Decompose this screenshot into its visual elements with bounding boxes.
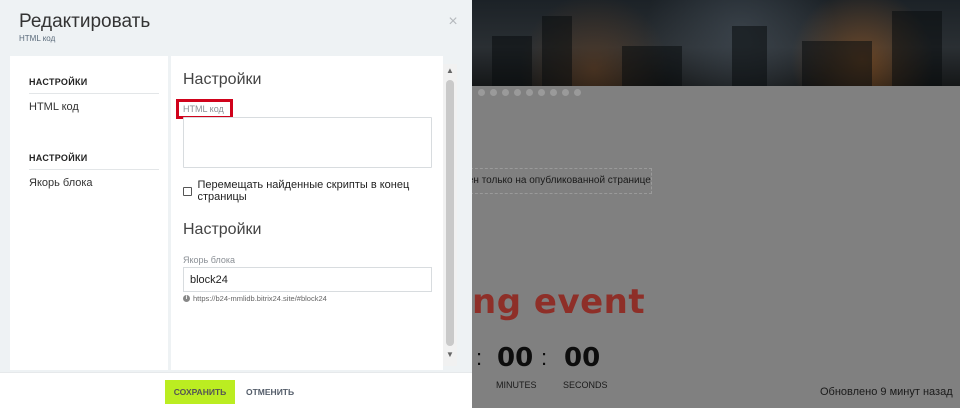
chevron-down-icon[interactable]: ▼ xyxy=(443,348,457,362)
anchor-input[interactable] xyxy=(183,267,432,292)
slider-dot[interactable] xyxy=(574,89,581,96)
move-scripts-label: Перемещать найденные скрипты в конец стр… xyxy=(197,179,410,203)
html-block-notice: ден только на опубликованной странице. xyxy=(455,168,652,194)
checkbox-box[interactable] xyxy=(183,186,192,196)
panel-title: Редактировать xyxy=(19,11,151,32)
sidebar-heading: НАСТРОЙКИ xyxy=(29,77,88,87)
scrollbar[interactable]: ▲ ▼ xyxy=(443,64,457,366)
slider-dot[interactable] xyxy=(538,89,545,96)
cancel-button[interactable]: ОТМЕНИТЬ xyxy=(246,380,294,404)
countdown-minutes: 00 xyxy=(497,343,534,373)
sidebar-item-html-code[interactable]: HTML код xyxy=(29,101,79,113)
html-code-input[interactable] xyxy=(183,117,432,168)
divider xyxy=(29,93,159,94)
slider-dot[interactable] xyxy=(502,89,509,96)
slider-dot[interactable] xyxy=(562,89,569,96)
countdown-separator: : xyxy=(476,345,483,370)
anchor-label: Якорь блока xyxy=(183,255,235,265)
anchor-url-text: https://b24-mmlidb.bitrix24.site/#block2… xyxy=(193,294,327,303)
settings-content: Настройки HTML код Перемещать найденные … xyxy=(171,56,443,370)
chevron-up-icon[interactable]: ▲ xyxy=(443,64,457,78)
updated-status: Обновлено 9 минут назад xyxy=(820,386,953,398)
close-icon[interactable]: × xyxy=(445,14,461,30)
event-headline: ng event xyxy=(472,282,646,322)
settings-sidebar: НАСТРОЙКИ HTML код НАСТРОЙКИ Якорь блока xyxy=(10,56,168,370)
anchor-url-hint: i https://b24-mmlidb.bitrix24.site/#bloc… xyxy=(183,294,327,303)
panel-footer: СОХРАНИТЬ ОТМЕНИТЬ xyxy=(0,372,472,408)
edit-panel: Редактировать HTML код × НАСТРОЙКИ HTML … xyxy=(0,0,472,408)
slider-dots xyxy=(478,89,581,96)
slider-dot[interactable] xyxy=(526,89,533,96)
hero-image xyxy=(472,0,960,86)
info-icon: i xyxy=(183,295,190,302)
panel-subtitle: HTML код xyxy=(19,34,56,43)
scroll-thumb[interactable] xyxy=(446,80,454,346)
countdown-minutes-label: MINUTES xyxy=(496,380,537,390)
save-button[interactable]: СОХРАНИТЬ xyxy=(165,380,235,404)
slider-dot[interactable] xyxy=(478,89,485,96)
slider-dot[interactable] xyxy=(490,89,497,96)
section-title: Настройки xyxy=(183,221,262,238)
countdown-separator: : xyxy=(541,345,548,370)
countdown-seconds: 00 xyxy=(564,343,601,373)
divider xyxy=(29,169,159,170)
sidebar-heading: НАСТРОЙКИ xyxy=(29,153,88,163)
sidebar-item-block-anchor[interactable]: Якорь блока xyxy=(29,177,93,189)
move-scripts-checkbox[interactable]: Перемещать найденные скрипты в конец стр… xyxy=(183,179,443,203)
countdown-seconds-label: SECONDS xyxy=(563,380,608,390)
slider-dot[interactable] xyxy=(514,89,521,96)
slider-dot[interactable] xyxy=(550,89,557,96)
html-code-label: HTML код xyxy=(183,104,224,114)
section-title: Настройки xyxy=(183,71,262,88)
